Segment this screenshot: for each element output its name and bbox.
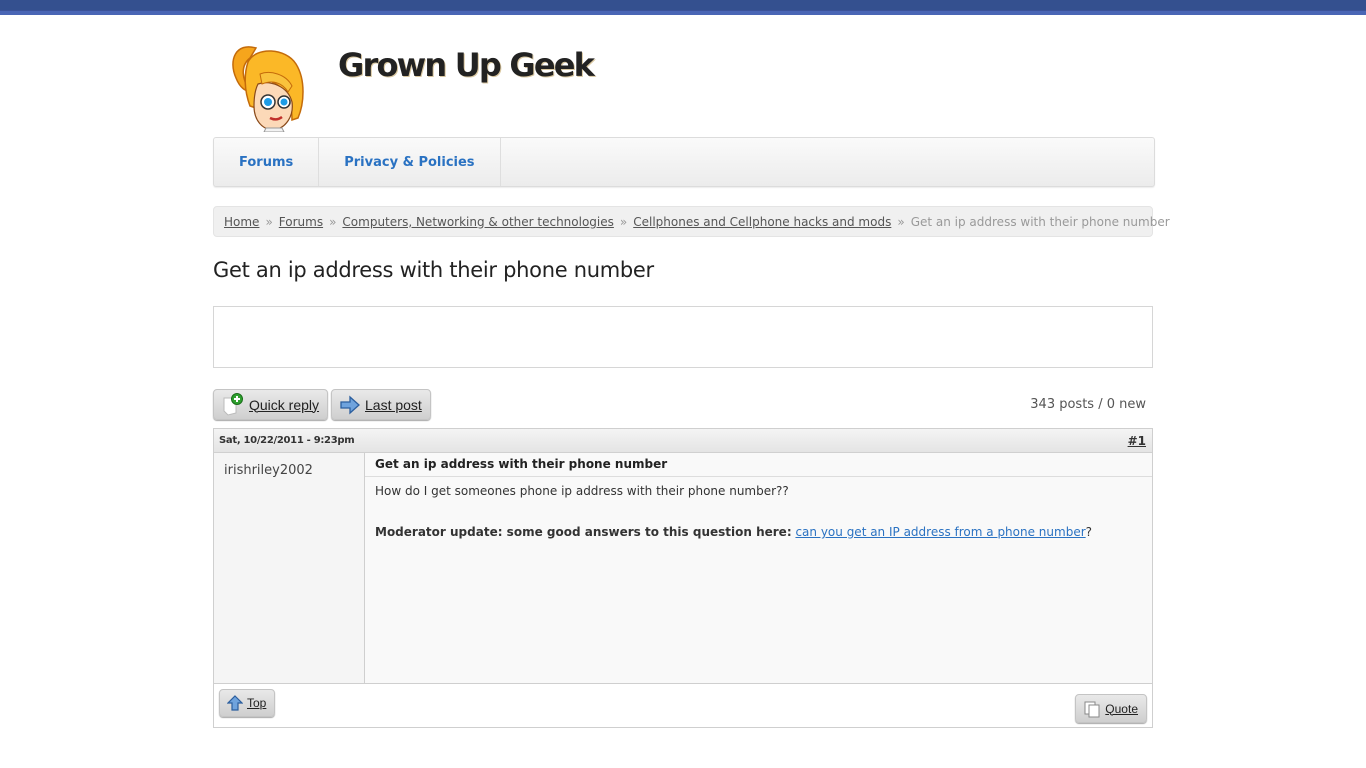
breadcrumb-separator: » bbox=[265, 214, 273, 229]
top-bar-inner bbox=[0, 0, 1366, 10]
breadcrumb-current: Get an ip address with their phone numbe… bbox=[910, 214, 1170, 229]
breadcrumb-cellphones[interactable]: Cellphones and Cellphone hacks and mods bbox=[633, 215, 891, 229]
post-footer: Top Quote bbox=[214, 684, 1152, 728]
moderator-update: Moderator update: some good answers to t… bbox=[375, 524, 1142, 540]
breadcrumb-separator: » bbox=[329, 214, 337, 229]
post-text: How do I get someones phone ip address w… bbox=[365, 477, 1152, 546]
add-comment-icon bbox=[223, 392, 243, 416]
breadcrumb-separator: » bbox=[897, 214, 905, 229]
quick-reply-button[interactable]: Quick reply bbox=[213, 389, 329, 420]
breadcrumb-separator: » bbox=[619, 214, 628, 229]
post-count: 343 posts / 0 new bbox=[1030, 397, 1146, 412]
post-author-column: irishriley2002 bbox=[214, 453, 365, 683]
nav-item-privacy-policies[interactable]: Privacy & Policies bbox=[319, 138, 501, 186]
breadcrumb-computers-networking[interactable]: Computers, Networking & other technologi… bbox=[342, 215, 613, 229]
top-button[interactable]: Top bbox=[219, 689, 276, 717]
post-content: Get an ip address with their phone numbe… bbox=[365, 453, 1152, 683]
ad-placeholder bbox=[213, 306, 1153, 368]
page-title: Get an ip address with their phone numbe… bbox=[213, 258, 654, 282]
post-date: Sat, 10/22/2011 - 9:23pm bbox=[219, 435, 355, 446]
top-label: Top bbox=[247, 696, 267, 710]
arrow-up-icon bbox=[227, 695, 243, 711]
site-name[interactable]: Grown Up Geek bbox=[338, 46, 595, 84]
post-author[interactable]: irishriley2002 bbox=[224, 463, 354, 478]
nav-item-forums[interactable]: Forums bbox=[214, 138, 320, 186]
breadcrumb: Home » Forums » Computers, Networking & … bbox=[213, 206, 1170, 237]
forum-post: Sat, 10/22/2011 - 9:23pm #1 irishriley20… bbox=[213, 428, 1153, 728]
post-header: Sat, 10/22/2011 - 9:23pm #1 bbox=[214, 429, 1152, 453]
quick-reply-label: Quick reply bbox=[249, 396, 320, 413]
geek-girl-mascot-icon bbox=[232, 46, 304, 133]
moderator-link[interactable]: can you get an IP address from a phone n… bbox=[795, 525, 1085, 539]
post-permalink[interactable]: #1 bbox=[1128, 434, 1146, 448]
last-post-button[interactable]: Last post bbox=[331, 389, 431, 420]
site-logo[interactable] bbox=[226, 40, 316, 133]
arrow-right-icon bbox=[340, 395, 360, 414]
quote-button[interactable]: Quote bbox=[1075, 694, 1147, 723]
breadcrumb-forums[interactable]: Forums bbox=[279, 215, 323, 229]
post-message: How do I get someones phone ip address w… bbox=[375, 484, 789, 498]
moderator-label: Moderator update: some good answers to t… bbox=[375, 525, 792, 539]
quote-icon bbox=[1084, 701, 1100, 717]
moderator-suffix: ? bbox=[1085, 525, 1093, 539]
post-body: irishriley2002 Get an ip address with th… bbox=[214, 453, 1152, 684]
top-bar bbox=[0, 0, 1366, 15]
last-post-label: Last post bbox=[365, 396, 422, 413]
quote-label: Quote bbox=[1105, 701, 1138, 716]
main-nav: Forums Privacy & Policies bbox=[213, 137, 1155, 187]
breadcrumb-home[interactable]: Home bbox=[224, 215, 259, 229]
post-subject: Get an ip address with their phone numbe… bbox=[365, 453, 1152, 477]
